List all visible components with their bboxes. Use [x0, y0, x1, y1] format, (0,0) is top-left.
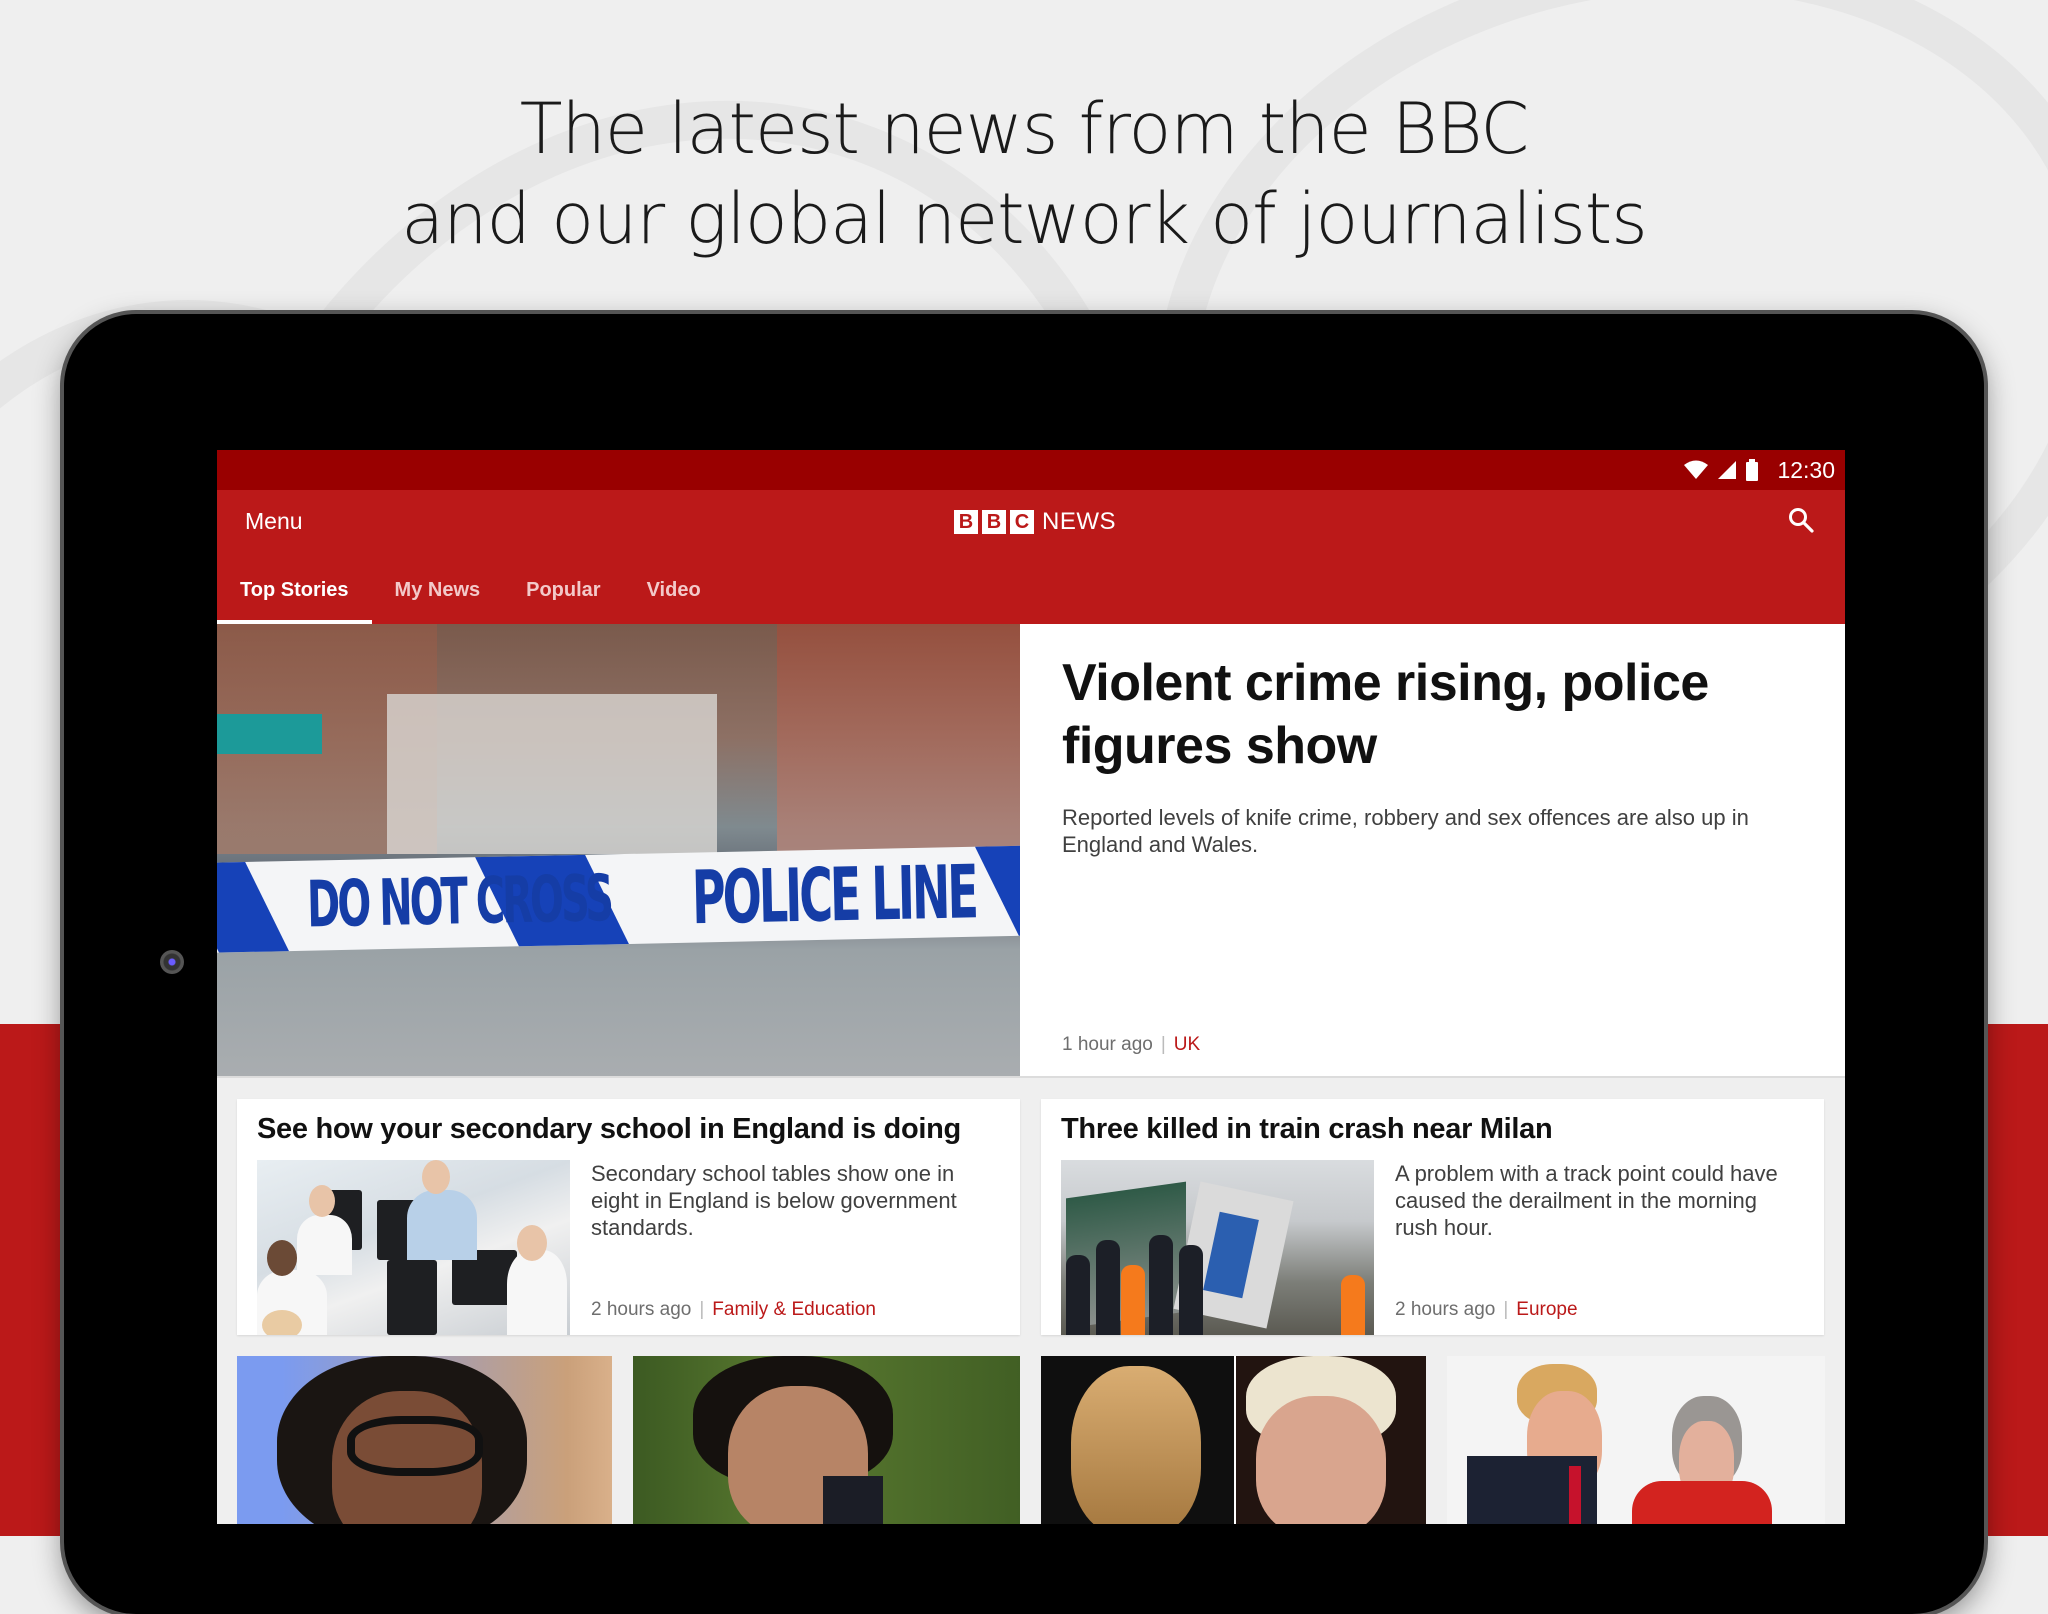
search-icon — [1789, 508, 1814, 533]
image-person — [1179, 1245, 1203, 1335]
tape-text: DO NOT CROSS — [306, 862, 612, 943]
image-person — [1121, 1265, 1145, 1335]
story-timestamp: 2 hours ago — [1395, 1299, 1496, 1320]
story-card[interactable]: Three killed in train crash near Milan A… — [1041, 1099, 1824, 1335]
story-thumbnail[interactable] — [632, 1356, 1020, 1524]
story-thumbnail[interactable] — [1447, 1356, 1825, 1524]
image-person — [309, 1185, 335, 1217]
story-timestamp: 2 hours ago — [591, 1299, 692, 1320]
hero-headline[interactable]: Violent crime rising, police figures sho… — [1062, 652, 1803, 778]
hero-summary: Reported levels of knife crime, robbery … — [1062, 805, 1749, 857]
story-thumbnail[interactable] — [237, 1356, 612, 1524]
story-meta: 2 hours ago | Family & Education — [591, 1299, 876, 1321]
story-headline[interactable]: Three killed in train crash near Milan — [1061, 1113, 1553, 1146]
story-summary: A problem with a track point could have … — [1395, 1161, 1778, 1240]
front-camera-icon — [160, 950, 184, 974]
status-time: 12:30 — [1777, 456, 1835, 483]
image-glasses — [347, 1416, 483, 1476]
image-person — [422, 1160, 450, 1194]
story-cards: See how your secondary school in England… — [217, 1078, 1845, 1335]
meta-divider: | — [699, 1299, 705, 1320]
section-link[interactable]: Europe — [1516, 1299, 1577, 1321]
status-icons — [1683, 459, 1759, 481]
image-jacket — [1632, 1481, 1773, 1524]
logo-letter: B — [982, 510, 1006, 534]
logo-word: NEWS — [1042, 508, 1116, 535]
app-bar: Menu B B C NEWS — [217, 490, 1845, 552]
tab-bar: Top Stories My News Popular Video — [217, 552, 1845, 624]
image-person — [1096, 1240, 1120, 1335]
tab-my-news[interactable]: My News — [372, 579, 504, 624]
app-screen: 12:30 Menu B B C NEWS Top Stories My New… — [217, 450, 1845, 1524]
image-person — [517, 1225, 547, 1261]
image-tie — [1569, 1466, 1582, 1524]
bbc-news-logo[interactable]: B B C NEWS — [954, 508, 1116, 536]
image-building — [777, 624, 1020, 874]
tab-video[interactable]: Video — [624, 579, 724, 624]
status-bar: 12:30 — [217, 450, 1845, 490]
image-person — [267, 1240, 297, 1276]
hero-text: Violent crime rising, police figures sho… — [1020, 624, 1845, 1076]
wifi-icon — [1684, 460, 1709, 479]
image-awning — [217, 714, 322, 754]
story-image[interactable] — [1061, 1160, 1374, 1335]
story-thumbnail[interactable] — [1040, 1356, 1427, 1524]
image-person — [1066, 1255, 1090, 1335]
police-tape: DO NOT CROSS POLICE LINE — [217, 845, 1020, 953]
section-link[interactable]: UK — [1174, 1034, 1200, 1056]
image-person — [507, 1250, 567, 1335]
logo-letter: B — [954, 510, 978, 534]
image-person — [262, 1310, 302, 1335]
image-face — [1255, 1396, 1386, 1524]
image-shirt — [822, 1476, 883, 1524]
story-image[interactable] — [257, 1160, 570, 1335]
logo-letter: C — [1010, 510, 1034, 534]
image-skull — [1070, 1366, 1201, 1524]
tape-text: POLICE LINE — [691, 848, 977, 941]
tape-stripe — [217, 861, 290, 953]
hero-image[interactable]: DO NOT CROSS POLICE LINE — [217, 624, 1020, 1076]
image-person — [297, 1215, 352, 1275]
tab-top-stories[interactable]: Top Stories — [217, 579, 372, 624]
section-link[interactable]: Family & Education — [712, 1299, 876, 1321]
thumbnail-row — [217, 1335, 1845, 1524]
tape-stripe — [974, 845, 1020, 936]
search-button[interactable] — [1787, 506, 1815, 539]
promo-line-1: The latest news from the BBC — [519, 88, 1529, 170]
hero-story[interactable]: DO NOT CROSS POLICE LINE Violent crime r… — [217, 624, 1845, 1078]
promo-line-2: and our global network of journalists — [401, 178, 1647, 260]
menu-button[interactable]: Menu — [245, 508, 303, 535]
story-summary: Secondary school tables show one in eigh… — [591, 1161, 957, 1240]
meta-divider: | — [1160, 1034, 1166, 1055]
story-timestamp: 1 hour ago — [1062, 1034, 1153, 1055]
battery-icon — [1746, 459, 1759, 481]
image-monitor — [387, 1260, 437, 1335]
story-card[interactable]: See how your secondary school in England… — [237, 1099, 1020, 1335]
cellular-signal-icon — [1718, 461, 1737, 479]
image-person — [407, 1190, 477, 1260]
image-person — [1149, 1235, 1173, 1335]
story-meta: 2 hours ago | Europe — [1395, 1299, 1578, 1321]
hero-meta: 1 hour ago | UK — [1062, 1034, 1200, 1056]
meta-divider: | — [1503, 1299, 1509, 1320]
promo-headline: The latest news from the BBC and our glo… — [0, 84, 2048, 264]
tab-popular[interactable]: Popular — [503, 579, 623, 624]
image-person — [1341, 1275, 1365, 1335]
image-shopfront — [387, 694, 717, 854]
story-headline[interactable]: See how your secondary school in England… — [257, 1113, 961, 1146]
